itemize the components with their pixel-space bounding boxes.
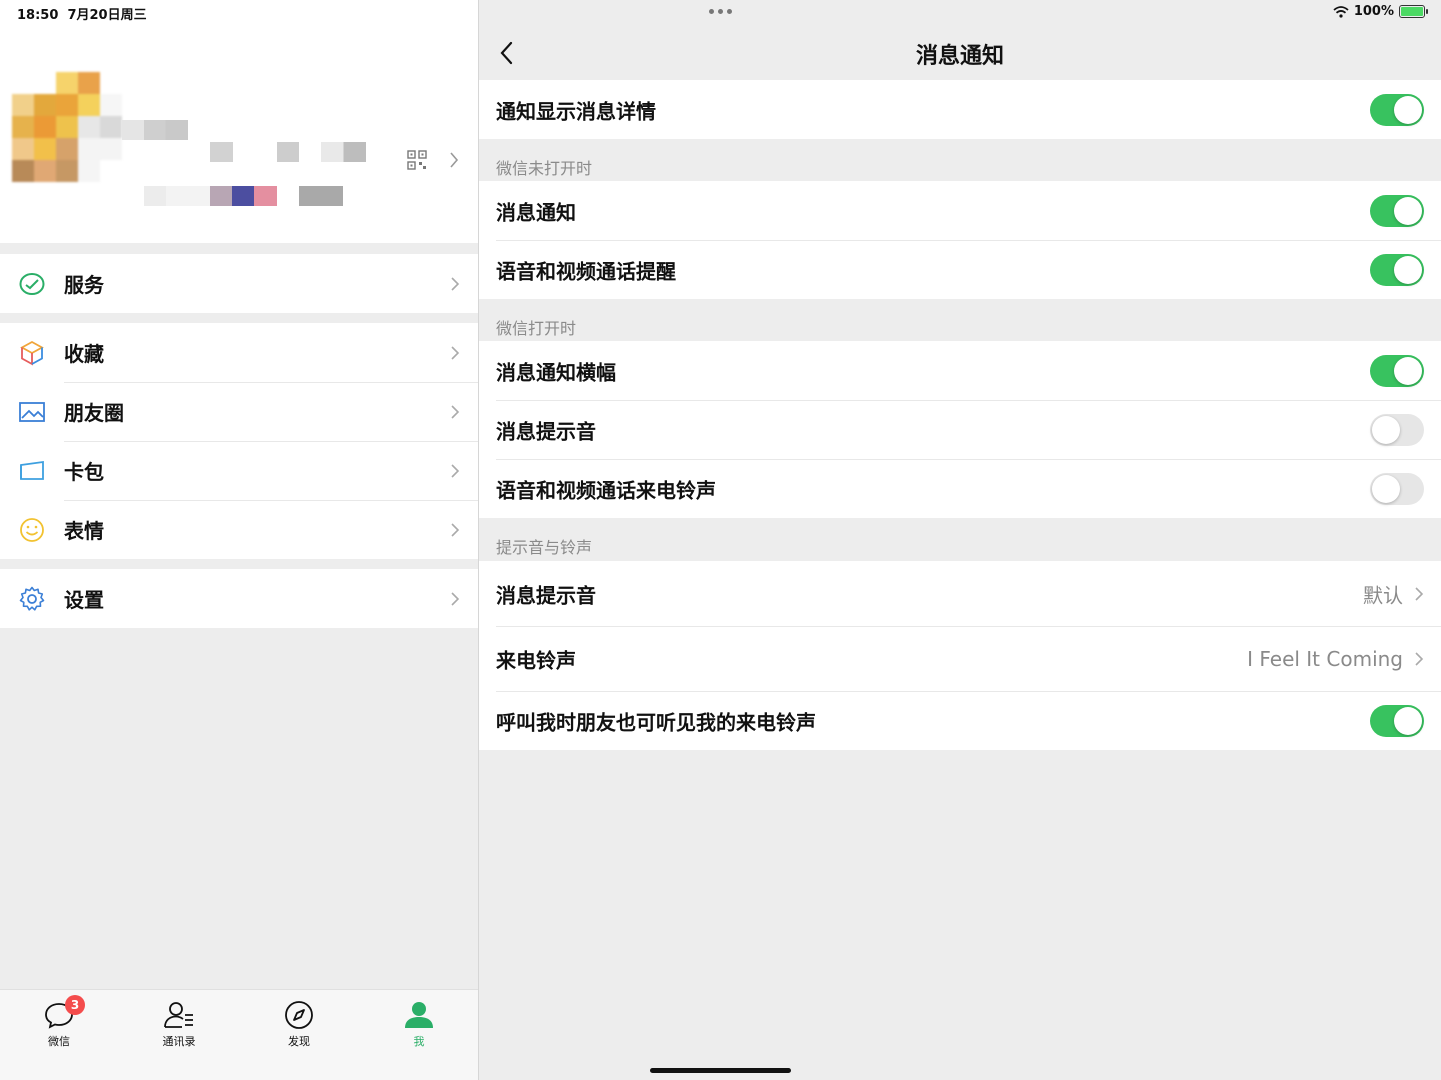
setting-row: 消息提示音	[479, 400, 1441, 459]
toggle-switch[interactable]	[1370, 254, 1424, 286]
tab-label: 发现	[269, 1033, 329, 1049]
smiley-icon	[18, 516, 46, 544]
profile-card[interactable]	[0, 0, 478, 243]
menu-item-label: 收藏	[64, 338, 104, 367]
name-redacted	[210, 142, 233, 162]
menu-item-label: 表情	[64, 515, 104, 544]
toggle-switch[interactable]	[1370, 355, 1424, 387]
setting-label: 来电铃声	[496, 644, 576, 673]
menu-item-label: 朋友圈	[64, 397, 124, 426]
battery-icon	[1399, 5, 1425, 18]
menu-item-label: 服务	[64, 269, 104, 298]
moments-picture-icon	[18, 398, 46, 426]
menu-group-main: 收藏 朋友圈 卡包 表情	[0, 323, 478, 559]
card-wallet-icon	[18, 457, 46, 485]
tab-contacts[interactable]: 通讯录	[149, 998, 209, 1049]
setting-label: 消息提示音	[496, 415, 596, 444]
name-redacted	[321, 142, 366, 162]
settings-group-sounds: 消息提示音 默认 来电铃声 I Feel It Coming 呼叫我时朋友也可听…	[479, 561, 1441, 750]
toggle-switch[interactable]	[1370, 705, 1424, 737]
battery-percent: 100%	[1354, 4, 1394, 19]
chevron-right-icon	[449, 522, 461, 538]
settings-group-detail: 通知显示消息详情	[479, 80, 1441, 139]
tab-label: 我	[389, 1033, 449, 1049]
setting-row-message-sound[interactable]: 消息提示音 默认	[479, 561, 1441, 626]
menu-item-service[interactable]: 服务	[0, 254, 478, 313]
tab-bar: 3 微信 通讯录 发现 我	[0, 989, 478, 1080]
wechat-id-redacted	[144, 186, 210, 206]
person-icon	[402, 998, 436, 1032]
setting-row: 呼叫我时朋友也可听见我的来电铃声	[479, 691, 1441, 750]
right-pane: 消息通知 通知显示消息详情 微信未打开时 消息通知 语音和视频通话提醒 微信打开…	[479, 0, 1441, 1080]
date-text: 7月20日周三	[67, 8, 146, 23]
section-header: 微信未打开时	[496, 155, 592, 179]
menu-item-settings[interactable]: 设置	[0, 569, 478, 628]
setting-label: 呼叫我时朋友也可听见我的来电铃声	[496, 706, 816, 735]
status-time: 18:50 7月20日周三	[17, 4, 147, 23]
tab-discover[interactable]: 发现	[269, 998, 329, 1049]
status-indicators: 100%	[1333, 4, 1425, 19]
unread-badge: 3	[65, 995, 85, 1015]
wechat-id-redacted	[299, 186, 343, 206]
setting-label: 语音和视频通话来电铃声	[496, 474, 716, 503]
qr-code-icon[interactable]	[407, 150, 427, 170]
chevron-right-icon	[449, 591, 461, 607]
menu-item-label: 卡包	[64, 456, 104, 485]
favorites-cube-icon	[18, 339, 46, 367]
multitasking-dots-icon[interactable]	[709, 9, 732, 14]
left-pane: 服务 收藏 朋友圈 卡包	[0, 0, 478, 1080]
setting-label: 语音和视频通话提醒	[496, 255, 676, 284]
setting-row-ringtone[interactable]: 来电铃声 I Feel It Coming	[479, 626, 1441, 691]
settings-group-closed: 消息通知 语音和视频通话提醒	[479, 181, 1441, 299]
menu-item-stickers[interactable]: 表情	[0, 500, 478, 559]
setting-label: 通知显示消息详情	[496, 95, 656, 124]
setting-label: 消息提示音	[496, 579, 596, 608]
setting-value: 默认	[1363, 579, 1403, 608]
compass-icon	[282, 998, 316, 1032]
setting-label: 消息通知	[496, 196, 576, 225]
wechat-id-redacted	[210, 186, 277, 206]
setting-label: 消息通知横幅	[496, 356, 616, 385]
setting-row: 消息通知横幅	[479, 341, 1441, 400]
name-redacted	[122, 120, 188, 140]
gear-icon	[18, 585, 46, 613]
chevron-right-icon	[1414, 651, 1424, 667]
tab-me[interactable]: 我	[389, 998, 449, 1049]
home-indicator[interactable]	[650, 1068, 791, 1073]
menu-item-card-wallet[interactable]: 卡包	[0, 441, 478, 500]
wifi-icon	[1333, 6, 1349, 18]
section-header: 提示音与铃声	[496, 534, 592, 558]
menu-group-service: 服务	[0, 254, 478, 313]
chevron-right-icon	[449, 463, 461, 479]
menu-item-moments[interactable]: 朋友圈	[0, 382, 478, 441]
avatar[interactable]	[12, 72, 122, 186]
page-title: 消息通知	[479, 38, 1441, 70]
toggle-switch[interactable]	[1370, 414, 1424, 446]
wechat-pay-icon	[18, 270, 46, 298]
toggle-switch[interactable]	[1370, 94, 1424, 126]
tab-label: 微信	[29, 1033, 89, 1049]
chevron-right-icon	[449, 404, 461, 420]
chevron-right-icon	[1414, 586, 1424, 602]
contacts-icon	[162, 998, 196, 1032]
menu-item-label: 设置	[64, 584, 104, 613]
toggle-switch[interactable]	[1370, 473, 1424, 505]
tab-label: 通讯录	[149, 1033, 209, 1049]
name-redacted	[277, 142, 299, 162]
chevron-right-icon	[448, 150, 460, 170]
settings-group-open: 消息通知横幅 消息提示音 语音和视频通话来电铃声	[479, 341, 1441, 518]
chevron-right-icon	[449, 276, 461, 292]
section-header: 微信打开时	[496, 315, 576, 339]
menu-group-settings: 设置	[0, 569, 478, 628]
chevron-right-icon	[449, 345, 461, 361]
menu-item-favorites[interactable]: 收藏	[0, 323, 478, 382]
setting-row: 消息通知	[479, 181, 1441, 240]
setting-row: 通知显示消息详情	[479, 80, 1441, 139]
time-text: 18:50	[17, 8, 58, 23]
setting-value: I Feel It Coming	[1247, 647, 1403, 671]
tab-chats[interactable]: 3 微信	[29, 998, 89, 1049]
setting-row: 语音和视频通话来电铃声	[479, 459, 1441, 518]
toggle-switch[interactable]	[1370, 195, 1424, 227]
setting-row: 语音和视频通话提醒	[479, 240, 1441, 299]
